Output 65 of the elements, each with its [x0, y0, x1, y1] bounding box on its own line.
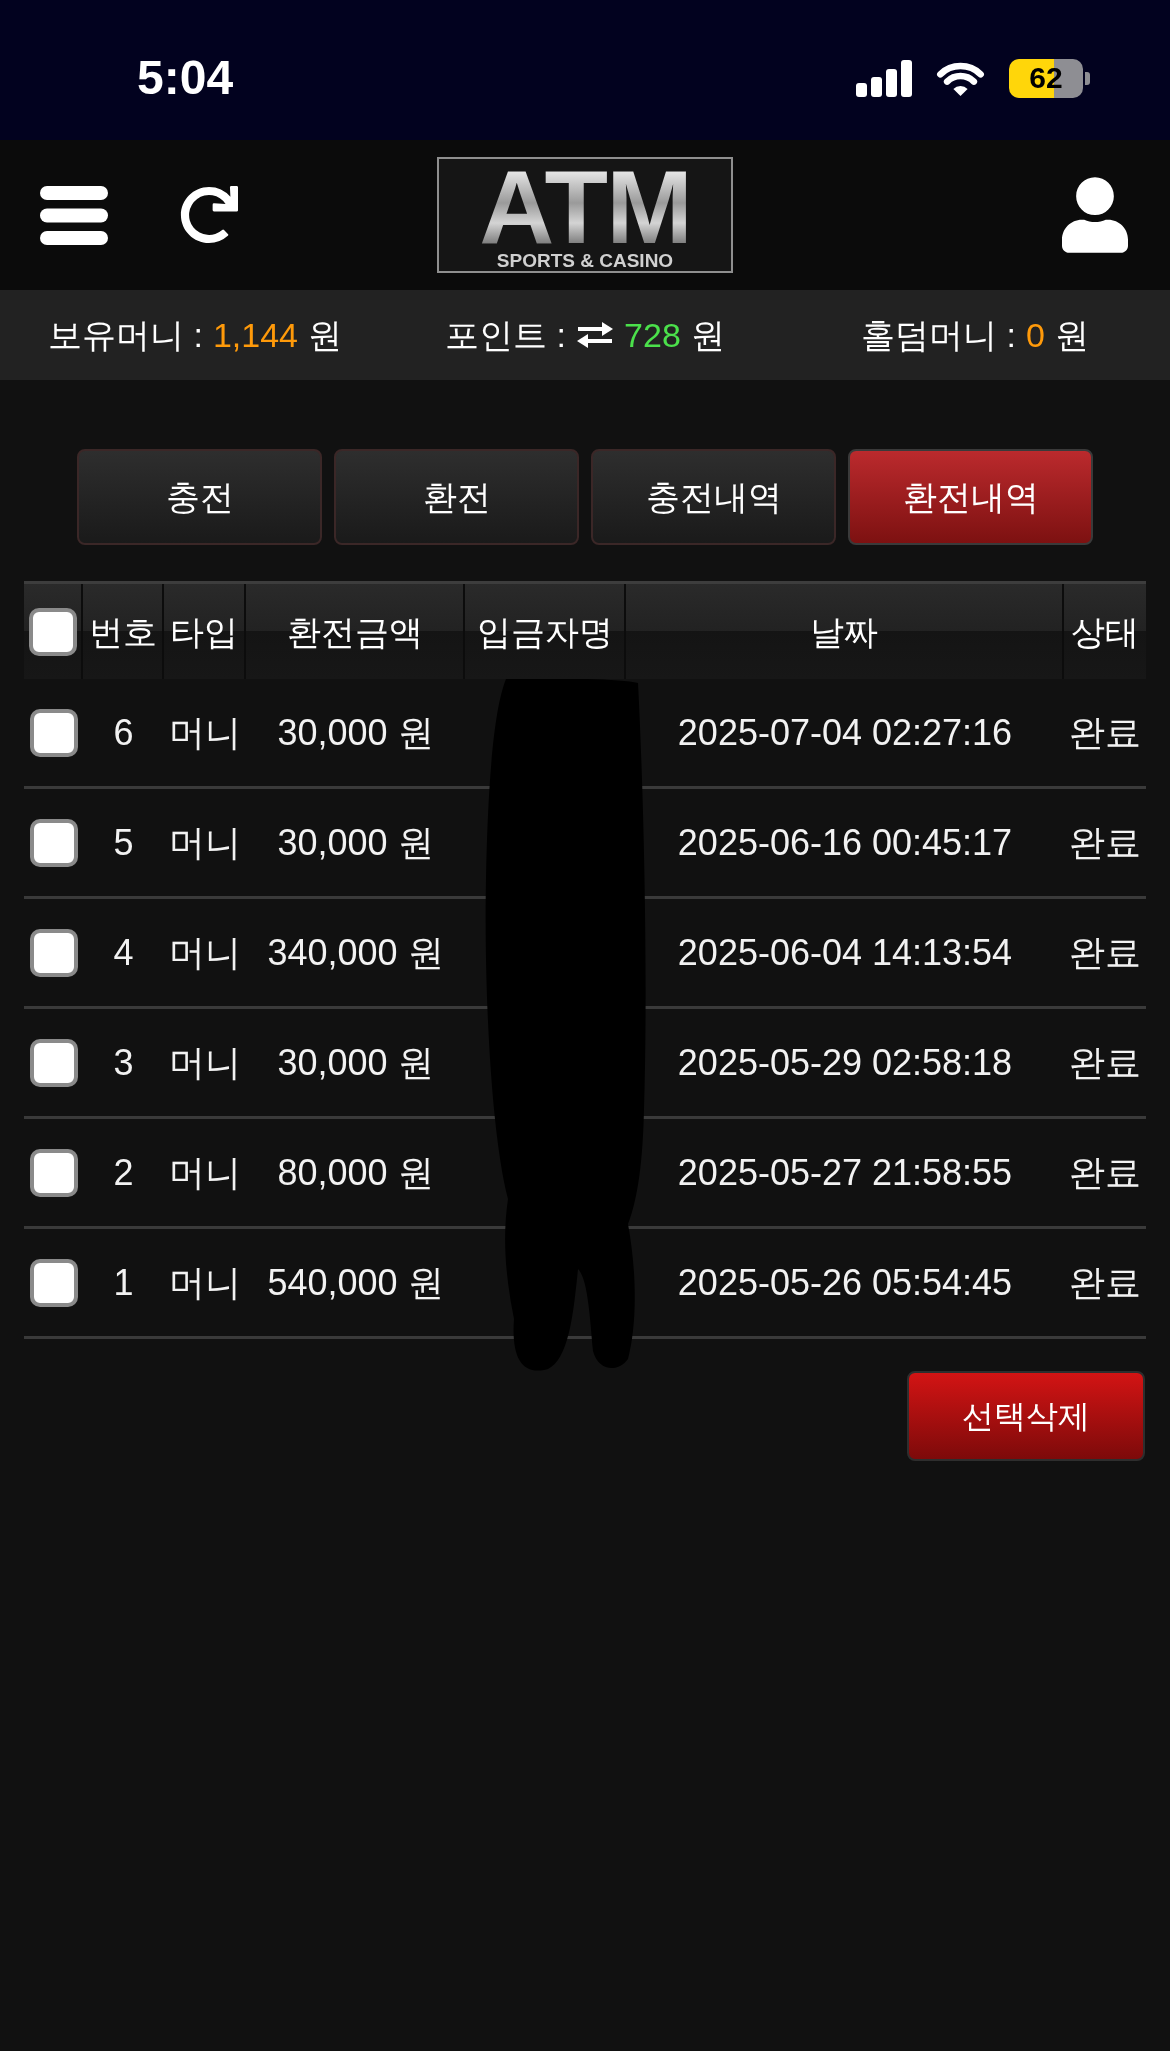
column-header: 타입 [170, 614, 238, 649]
balance-label: 홀덤머니 : [861, 318, 1016, 352]
table-cell: 머니 [169, 824, 241, 861]
table-cell: 완료 [1069, 1264, 1141, 1301]
row-checkbox[interactable] [29, 1038, 78, 1087]
table-cell: 1 [113, 1264, 134, 1301]
row-checkbox[interactable] [29, 708, 78, 757]
table-cell: 80,000 원 [277, 1154, 434, 1191]
signal-icon [856, 59, 912, 97]
exchange-arrows-icon [576, 322, 615, 348]
table-cell: 머니 [169, 934, 241, 971]
table-cell: 머니 [169, 714, 241, 751]
delete-selected-button[interactable]: 선택삭제 [907, 1371, 1145, 1461]
balance-amount: 1,144 [212, 318, 298, 352]
logo-subtitle: SPORTS & CASINO [496, 251, 674, 270]
table-cell: 30,000 원 [277, 824, 434, 861]
table-cell: 2 [113, 1154, 134, 1191]
tab[interactable]: 환전내역 [848, 449, 1093, 545]
table-cell: 머니 [169, 1264, 241, 1301]
table-cell: 540,000 원 [267, 1264, 444, 1301]
table-cell: 머니 [169, 1044, 241, 1081]
table-cell: 30,000 원 [277, 714, 434, 751]
select-all-checkbox[interactable] [28, 607, 77, 656]
table-cell: 완료 [1069, 824, 1141, 861]
table-cell: 6 [113, 714, 134, 751]
menu-icon[interactable] [40, 185, 108, 245]
table-cell: 2025-05-29 02:58:18 [677, 1044, 1013, 1081]
table-cell: 3 [113, 1044, 134, 1081]
column-header: 날짜 [810, 614, 878, 649]
column-header: 입금자명 [476, 614, 613, 649]
user-icon[interactable] [1062, 177, 1128, 253]
status-time: 5:04 [137, 54, 234, 102]
row-checkbox[interactable] [29, 1258, 78, 1307]
tab[interactable]: 충전 [77, 449, 322, 545]
table-cell: 2025-05-26 05:54:45 [677, 1264, 1013, 1301]
row-checkbox[interactable] [29, 928, 78, 977]
table-cell: 2025-06-16 00:45:17 [677, 824, 1013, 861]
table-cell: 완료 [1069, 1154, 1141, 1191]
column-header: 환전금액 [286, 614, 423, 649]
row-checkbox[interactable] [29, 818, 78, 867]
balance-label: 포인트 : [445, 318, 567, 352]
balance-amount: 728 [624, 318, 681, 352]
table-cell: 4 [113, 934, 134, 971]
table-cell: 완료 [1069, 714, 1141, 751]
table-cell: 30,000 원 [277, 1044, 434, 1081]
table-cell: 완료 [1069, 934, 1141, 971]
table-cell: 완료 [1069, 1044, 1141, 1081]
table-cell: 머니 [169, 1154, 241, 1191]
refresh-icon[interactable] [180, 186, 238, 244]
tab[interactable]: 환전 [334, 449, 579, 545]
currency-unit: 원 [1054, 318, 1089, 352]
table-cell: 5 [113, 824, 134, 861]
table-cell: 2025-06-04 14:13:54 [677, 934, 1013, 971]
column-header: 번호 [88, 614, 157, 649]
tab[interactable]: 충전내역 [591, 449, 836, 545]
currency-unit: 원 [308, 318, 342, 352]
table-cell: 2025-07-04 02:27:16 [677, 714, 1013, 751]
battery-indicator: 62 [1009, 58, 1090, 98]
table-cell: 2025-05-27 21:58:55 [677, 1154, 1013, 1191]
balance-amount: 0 [1026, 318, 1045, 352]
row-checkbox[interactable] [29, 1148, 78, 1197]
column-header: 상태 [1071, 614, 1139, 649]
table-cell: 340,000 원 [267, 934, 444, 971]
currency-unit: 원 [690, 318, 725, 352]
balance-label: 보유머니 : [48, 318, 203, 352]
